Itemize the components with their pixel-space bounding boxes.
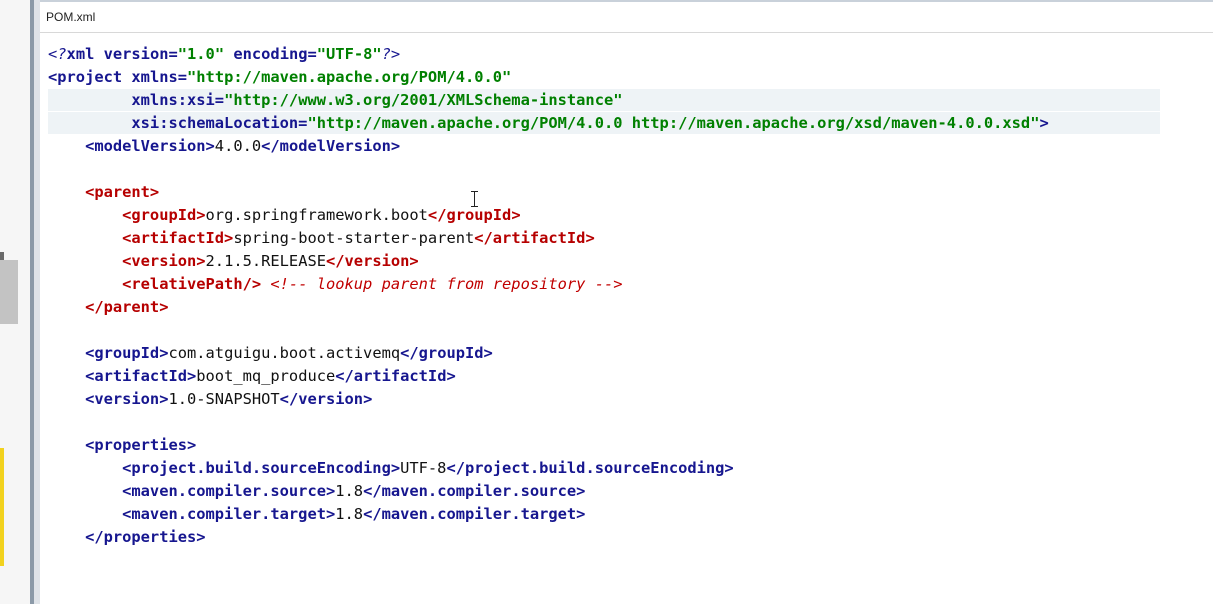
code-token: <artifactId> bbox=[48, 229, 234, 247]
ibeam-cursor-icon bbox=[470, 191, 479, 207]
gutter-rule-light bbox=[34, 0, 40, 604]
code-token: xsi:schemaLocation= bbox=[48, 114, 308, 132]
code-line: </parent> bbox=[48, 296, 168, 318]
code-editor[interactable]: <?xml version="1.0" encoding="UTF-8"?> <p… bbox=[48, 36, 1208, 604]
code-line: <groupId>org.springframework.boot</group… bbox=[48, 204, 521, 226]
code-token: <project.build.sourceEncoding> bbox=[48, 459, 401, 477]
code-token: <artifactId> bbox=[48, 367, 197, 385]
code-line: <artifactId>boot_mq_produce</artifactId> bbox=[48, 365, 456, 387]
code-line: <modelVersion>4.0.0</modelVersion> bbox=[48, 135, 400, 157]
code-line: <parent> bbox=[48, 181, 159, 203]
code-token: <modelVersion> bbox=[48, 137, 215, 155]
code-token: 1.0-SNAPSHOT bbox=[168, 390, 280, 408]
code-token: <project bbox=[48, 68, 123, 86]
code-line: <project.build.sourceEncoding>UTF-8</pro… bbox=[48, 457, 734, 479]
code-token: <groupId> bbox=[48, 344, 169, 362]
code-token: encoding= bbox=[224, 45, 317, 63]
editor-tab-title[interactable]: POM.xml bbox=[46, 10, 95, 24]
code-token: "1.0" bbox=[177, 45, 225, 63]
code-token: </maven.compiler.target> bbox=[363, 505, 586, 523]
code-token: </maven.compiler.source> bbox=[363, 482, 586, 500]
code-token: </version> bbox=[326, 252, 419, 270]
code-token: </version> bbox=[279, 390, 373, 408]
code-token: xmlns= bbox=[122, 68, 188, 86]
code-line: <maven.compiler.source>1.8</maven.compil… bbox=[48, 480, 585, 502]
code-token: <version> bbox=[48, 252, 206, 270]
code-line: <properties> bbox=[48, 434, 196, 456]
code-line: <?xml version="1.0" encoding="UTF-8"?> bbox=[48, 43, 400, 65]
code-token: 2.1.5.RELEASE bbox=[205, 252, 326, 270]
code-token: "http://maven.apache.org/POM/4.0.0 http:… bbox=[307, 114, 1040, 132]
tab-divider bbox=[40, 32, 1213, 33]
code-token: <properties> bbox=[48, 436, 197, 454]
code-token: > bbox=[1039, 114, 1049, 132]
code-token: <? bbox=[48, 45, 67, 63]
code-token: <version> bbox=[48, 390, 169, 408]
code-token: "UTF-8" bbox=[316, 45, 382, 63]
code-line: </properties> bbox=[48, 526, 206, 548]
code-line: <artifactId>spring-boot-starter-parent</… bbox=[48, 227, 595, 249]
code-token: UTF-8 bbox=[400, 459, 447, 477]
code-token: </groupId> bbox=[427, 206, 521, 224]
code-token: <maven.compiler.target> bbox=[48, 505, 336, 523]
code-line: <relativePath/> <!-- lookup parent from … bbox=[48, 273, 623, 295]
code-token: <groupId> bbox=[48, 206, 206, 224]
code-token: 1.8 bbox=[335, 482, 364, 500]
code-token: </modelVersion> bbox=[261, 137, 401, 155]
code-token: 1.8 bbox=[335, 505, 364, 523]
code-line: <project xmlns="http://maven.apache.org/… bbox=[48, 66, 511, 88]
code-token: </project.build.sourceEncoding> bbox=[446, 459, 734, 477]
code-line: xsi:schemaLocation="http://maven.apache.… bbox=[48, 112, 1160, 134]
code-token: "http://maven.apache.org/POM/4.0.0" bbox=[187, 68, 512, 86]
code-token: </parent> bbox=[48, 298, 169, 316]
code-token: boot_mq_produce bbox=[196, 367, 336, 385]
code-token: org.springframework.boot bbox=[205, 206, 428, 224]
code-token: </artifactId> bbox=[474, 229, 595, 247]
code-token: </artifactId> bbox=[335, 367, 456, 385]
gutter-marker bbox=[0, 448, 4, 566]
code-token: <maven.compiler.source> bbox=[48, 482, 336, 500]
code-token: spring-boot-starter-parent bbox=[233, 229, 475, 247]
code-token: 4.0.0 bbox=[214, 137, 262, 155]
top-strip bbox=[40, 0, 1213, 2]
code-token: <!-- lookup parent from repository --> bbox=[261, 275, 623, 293]
code-token: </groupId> bbox=[400, 344, 493, 362]
code-token: ?> bbox=[381, 45, 401, 63]
gutter-scroll-block[interactable] bbox=[0, 260, 18, 324]
code-token: com.atguigu.boot.activemq bbox=[168, 344, 401, 362]
code-line: xmlns:xsi="http://www.w3.org/2001/XMLSch… bbox=[48, 89, 1160, 111]
code-token: <relativePath/> bbox=[48, 275, 262, 293]
code-line: <version>1.0-SNAPSHOT</version> bbox=[48, 388, 372, 410]
code-token: xmlns:xsi= bbox=[48, 91, 225, 109]
code-token: <parent> bbox=[48, 183, 160, 201]
code-line: <version>2.1.5.RELEASE</version> bbox=[48, 250, 419, 272]
code-line: <maven.compiler.target>1.8</maven.compil… bbox=[48, 503, 585, 525]
code-token: "http://www.w3.org/2001/XMLSchema-instan… bbox=[224, 91, 623, 109]
code-token: xml version= bbox=[66, 45, 178, 63]
code-token: </properties> bbox=[48, 528, 206, 546]
code-line: <groupId>com.atguigu.boot.activemq</grou… bbox=[48, 342, 493, 364]
